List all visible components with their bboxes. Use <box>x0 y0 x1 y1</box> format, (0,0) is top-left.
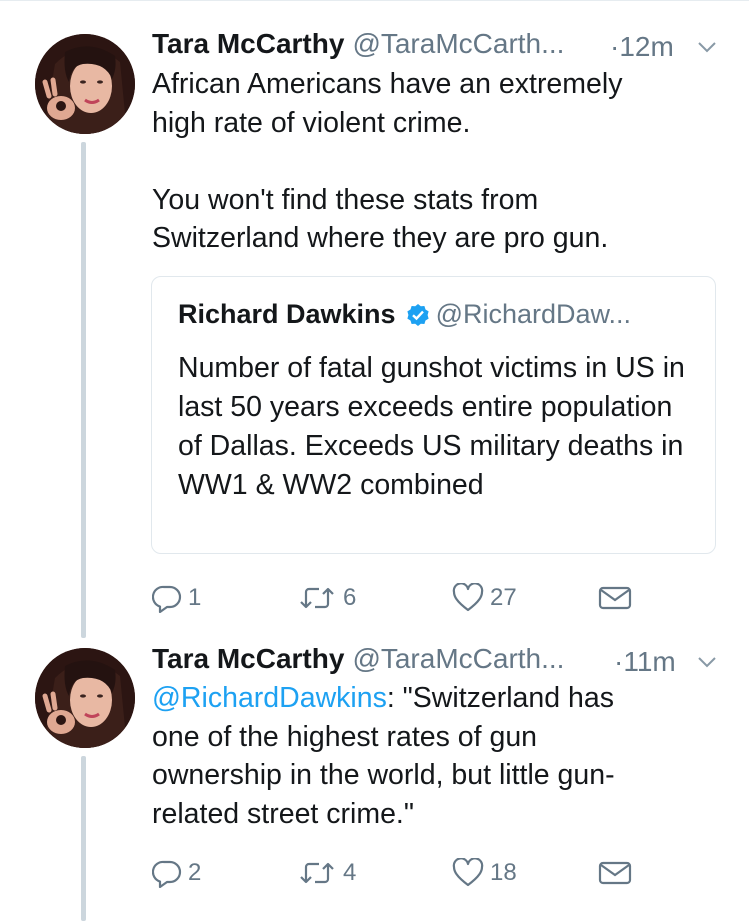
chevron-down-icon[interactable] <box>696 36 718 58</box>
like-button[interactable]: 18 <box>452 853 517 893</box>
quoted-author-name: Richard Dawkins <box>178 299 396 329</box>
chevron-down-icon[interactable] <box>696 651 718 673</box>
tweet-time[interactable]: ·12m <box>610 30 674 64</box>
reply-icon <box>152 585 182 613</box>
tweet-text: @RichardDawkins: "Switzerland has one of… <box>152 679 722 833</box>
author-handle[interactable]: @TaraMcCarth... <box>352 28 564 59</box>
retweet-button[interactable]: 4 <box>297 853 356 893</box>
tweet-header: Tara McCarthy @TaraMcCarth... <box>152 27 564 61</box>
thread-connector-line <box>81 756 86 921</box>
quoted-tweet-header: Richard Dawkins @RichardDaw... <box>178 297 631 335</box>
avatar[interactable] <box>35 648 135 748</box>
envelope-icon <box>598 586 632 610</box>
author-handle[interactable]: @TaraMcCarth... <box>352 643 564 674</box>
tweet-actions: 2 4 18 <box>152 853 652 893</box>
heart-icon <box>452 858 484 887</box>
author-name[interactable]: Tara McCarthy <box>152 643 344 674</box>
quoted-tweet[interactable]: Richard Dawkins @RichardDaw... Number of … <box>151 276 716 554</box>
mention-link[interactable]: @RichardDawkins <box>152 682 387 714</box>
reply-count: 2 <box>188 859 202 886</box>
direct-message-button[interactable] <box>598 853 632 893</box>
tweet-actions: 1 6 27 <box>152 578 652 618</box>
tweet-time[interactable]: ·11m <box>614 645 676 679</box>
retweet-icon <box>300 862 334 884</box>
quoted-author-handle: @RichardDaw... <box>435 299 632 329</box>
envelope-icon <box>598 861 632 885</box>
top-divider <box>0 0 749 1</box>
like-count: 27 <box>490 584 517 611</box>
reply-icon <box>152 860 182 888</box>
heart-icon <box>452 583 484 612</box>
reply-button[interactable]: 2 <box>152 853 201 893</box>
tweet-text: African Americans have an extremely high… <box>152 68 623 254</box>
like-button[interactable]: 27 <box>452 578 517 618</box>
direct-message-button[interactable] <box>598 578 632 618</box>
retweet-button[interactable]: 6 <box>297 578 356 618</box>
quoted-tweet-text: Number of fatal gunshot victims in US in… <box>178 352 685 501</box>
reply-button[interactable]: 1 <box>152 578 201 618</box>
retweet-count: 4 <box>343 859 357 886</box>
reply-count: 1 <box>188 584 202 611</box>
avatar[interactable] <box>35 34 135 134</box>
tweet-header: Tara McCarthy @TaraMcCarth... <box>152 642 564 676</box>
retweet-icon <box>300 587 334 609</box>
verified-badge-icon <box>406 301 430 335</box>
thread-connector-line <box>81 142 86 638</box>
author-name[interactable]: Tara McCarthy <box>152 28 344 59</box>
retweet-count: 6 <box>343 584 357 611</box>
like-count: 18 <box>490 859 517 886</box>
